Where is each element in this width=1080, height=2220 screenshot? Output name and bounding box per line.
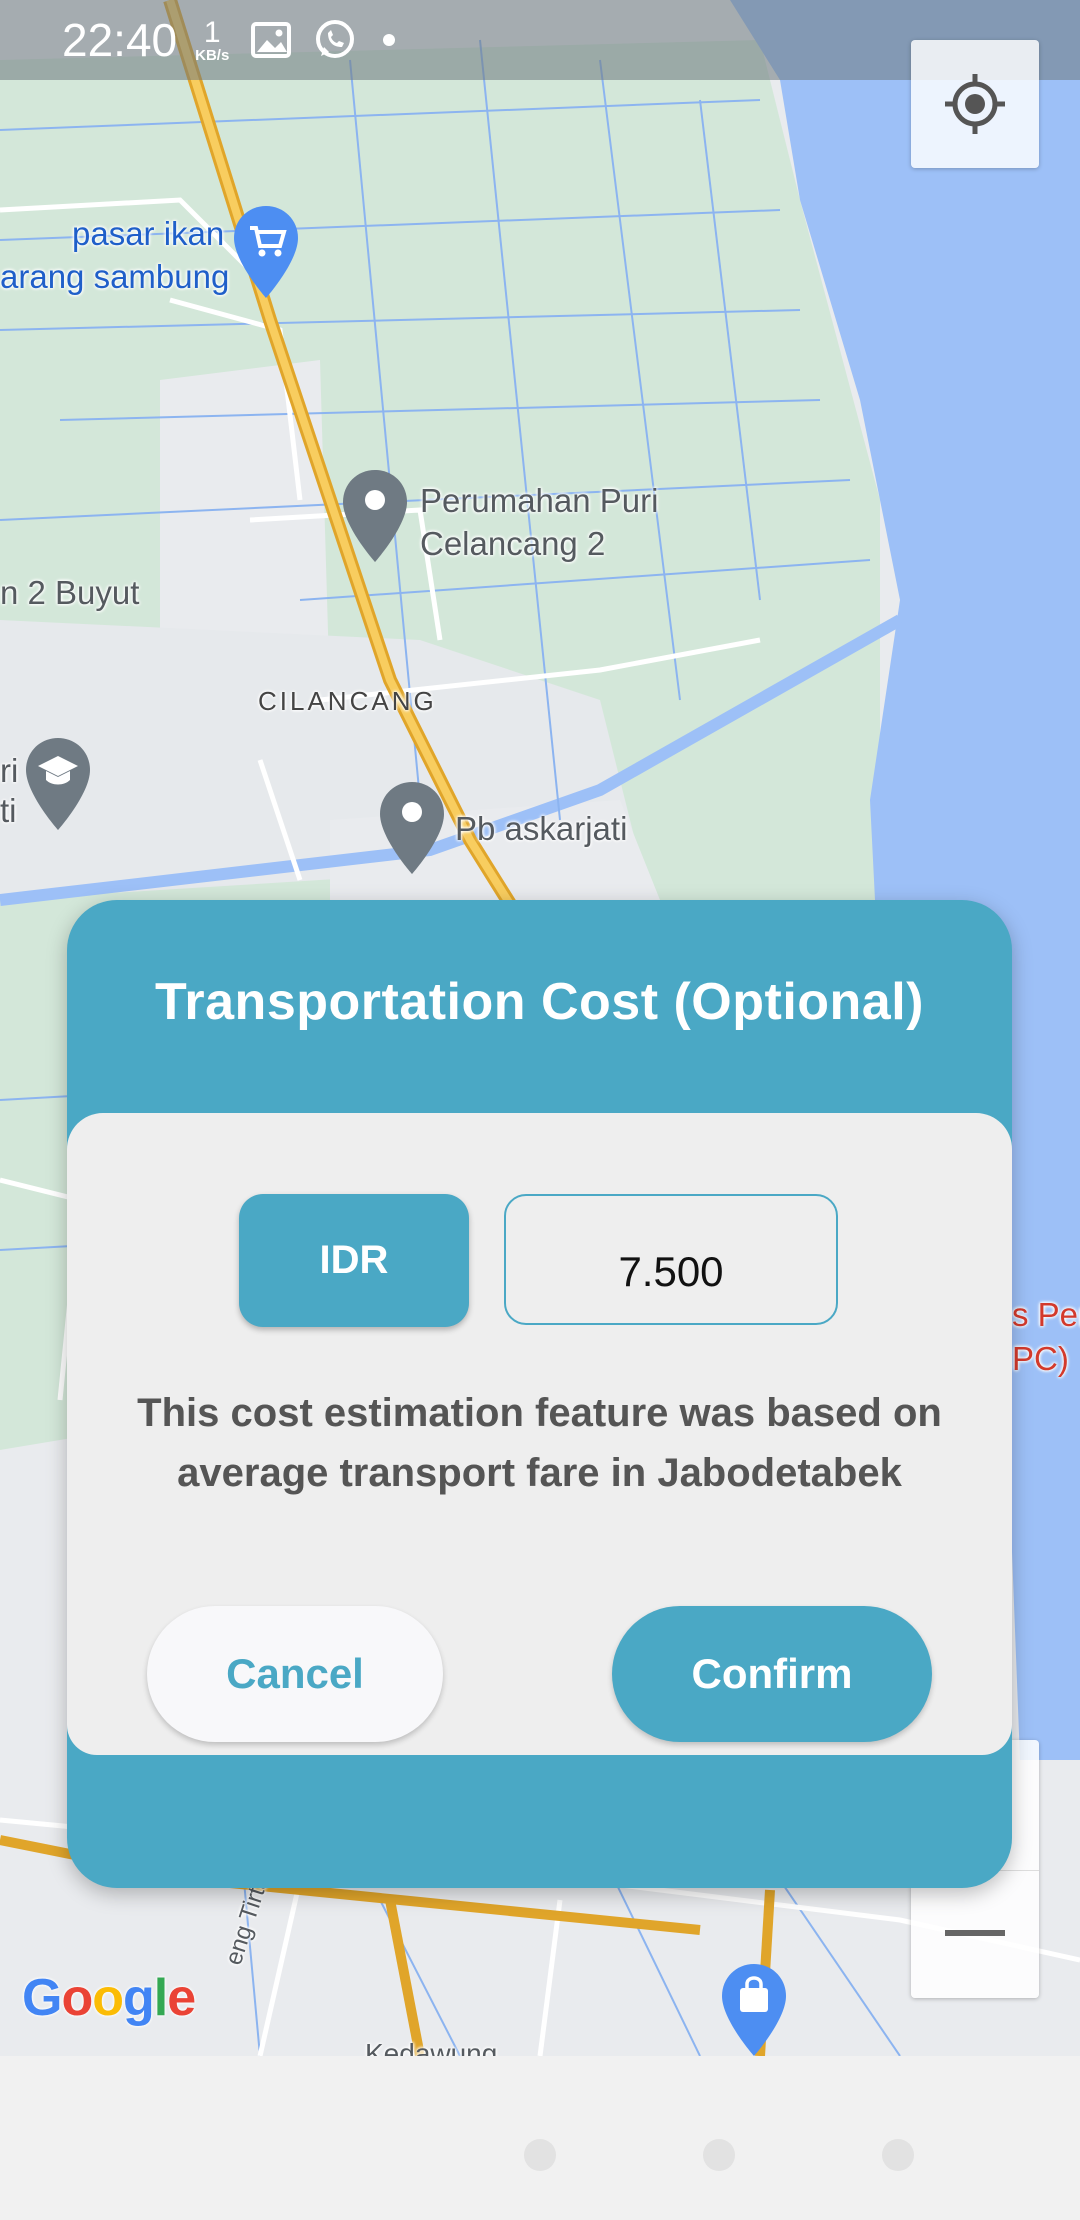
image-icon — [251, 22, 292, 58]
google-logo-letter: g — [122, 1969, 155, 2027]
shopping-cart-pin-icon[interactable] — [232, 204, 300, 300]
network-speed-value: 1 — [203, 15, 221, 49]
cancel-button[interactable]: Cancel — [147, 1606, 443, 1742]
dialog-title: Transportation Cost (Optional) — [155, 973, 924, 1031]
transport-cost-dialog: Transportation Cost (Optional) IDR This … — [67, 900, 1012, 1888]
map-label-perumahan-line2: Celancang 2 — [420, 525, 606, 562]
map-label-pb-askarjati: Pb askarjati — [455, 810, 628, 847]
google-logo-letter: l — [153, 1969, 168, 2027]
google-logo-letter: o — [92, 1969, 124, 2027]
status-time: 22:40 — [62, 14, 178, 66]
map-label-buyut: n 2 Buyut — [0, 574, 140, 611]
google-logo-letter: G — [22, 1969, 62, 2027]
location-pin-pb-askarjati-icon[interactable] — [378, 780, 446, 876]
map-label-left-cut1: ri — [0, 752, 19, 789]
google-logo: Google — [22, 1968, 196, 2028]
navigation-bar — [0, 2056, 1080, 2220]
network-speed: 1 KB/s — [195, 15, 230, 64]
map-label-pc: PC) — [1012, 1340, 1069, 1377]
notification-dot-icon — [383, 34, 396, 46]
shopping-bag-pin-icon[interactable] — [720, 1962, 788, 2056]
school-pin-icon[interactable] — [24, 736, 92, 832]
confirm-button[interactable]: Confirm — [612, 1606, 932, 1742]
dialog-body: IDR This cost estimation feature was bas… — [67, 1113, 1012, 1755]
currency-button[interactable]: IDR — [239, 1194, 469, 1327]
nav-dot-center-icon[interactable] — [703, 2139, 735, 2171]
google-logo-letter: e — [167, 1969, 196, 2027]
location-pin-perumahan-icon[interactable] — [341, 468, 409, 564]
cost-estimation-note: This cost estimation feature was based o… — [137, 1391, 942, 1495]
map-label-kedawung: Kedawung — [365, 2038, 498, 2056]
amount-input[interactable] — [504, 1194, 838, 1325]
minus-icon[interactable] — [945, 1930, 1005, 1936]
map-label-arang-sambung: arang sambung — [0, 258, 230, 295]
nav-dot-left-icon[interactable] — [524, 2139, 556, 2171]
map-label-left-cut2: ti — [0, 792, 17, 829]
my-location-icon — [945, 74, 1005, 134]
map-label-pert: s Pert — [1012, 1296, 1080, 1333]
map-label-cilancang: CILANCANG — [258, 686, 437, 716]
nav-dot-right-icon[interactable] — [882, 2139, 914, 2171]
whatsapp-icon — [316, 20, 355, 58]
map-label-pasar-ikan: pasar ikan — [72, 215, 225, 252]
my-location-button[interactable] — [911, 40, 1039, 168]
map-label-perumahan-line1: Perumahan Puri — [420, 482, 659, 519]
network-speed-unit: KB/s — [195, 46, 230, 64]
google-logo-letter: o — [61, 1969, 93, 2027]
